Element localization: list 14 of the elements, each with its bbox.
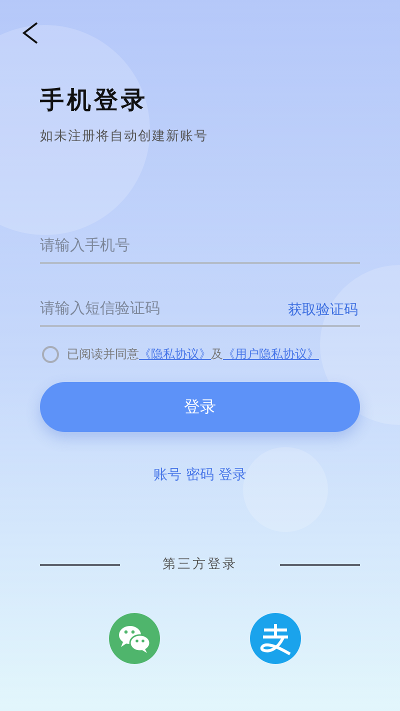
subtitle: 如未注册将自动创建新账号 <box>40 128 209 146</box>
login-button[interactable]: 登录 <box>40 382 360 432</box>
back-icon[interactable] <box>20 20 40 44</box>
agreement-link[interactable]: 《隐私协议》 <box>139 347 211 362</box>
password-login-link[interactable]: 账号 密码 登录 <box>148 464 252 488</box>
agreement-text: 已阅读并同意《隐私协议》及《用户隐私协议》 <box>67 346 319 364</box>
payment-icon[interactable] <box>250 612 301 664</box>
page-title: 手机登录 <box>40 85 149 115</box>
wechat-icon[interactable] <box>109 612 160 664</box>
agree-checkbox[interactable] <box>42 346 59 363</box>
get-code-button[interactable]: 获取验证码 <box>288 300 360 322</box>
phone-field[interactable]: 请输入手机号 <box>40 228 360 264</box>
third-party-label: 第三方登录 <box>162 556 238 574</box>
agreement-link[interactable]: 《用户隐私协议》 <box>223 347 319 362</box>
